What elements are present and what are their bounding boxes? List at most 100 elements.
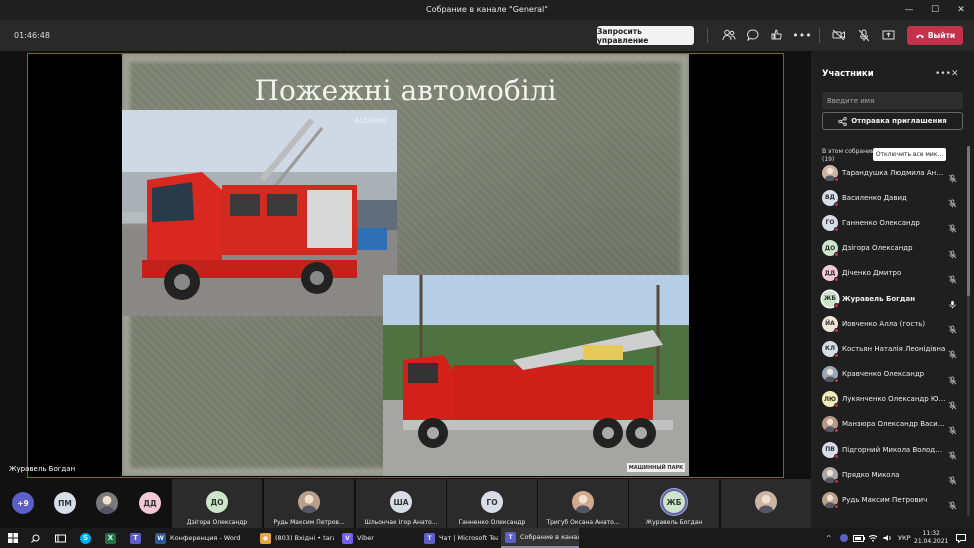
participant-initials: ПВ [825,446,835,454]
close-icon[interactable]: ✕ [948,0,974,20]
windows-taskbar: S X T W Конференция - Word ● (803) Вхідні •… [0,528,974,548]
presenter-name: Журавель Богдан [9,465,76,473]
participant-name: Прядко Микола [842,470,900,479]
chat-icon[interactable] [745,27,761,43]
taskbar-app[interactable]: W Конференция - Word [151,528,251,548]
participant-row[interactable]: ВД Василенко Давид [811,185,966,210]
presentation-slide: Пожежні автомобілі Autoline МАШИННЫЙ ПАР… [122,54,689,476]
tile-name: Ганненко Олександр [458,519,526,526]
participant-row[interactable]: ЙА Йовченко Алла (гость) [811,311,966,336]
windows-start-icon[interactable] [6,528,20,548]
taskbar-app[interactable]: T Собрание в канале... [501,528,579,548]
panel-close-icon[interactable]: ✕ [951,69,959,79]
tile-name: Дзігора Олександр [186,519,248,526]
tile-avatar: ГО [481,491,503,513]
participant-avatar[interactable] [96,492,118,514]
participant-avatar: ДД [822,265,839,283]
tile-avatar: ЖБ [663,491,685,513]
participant-tile[interactable]: ЖБ Журавель Богдан [629,479,719,528]
participant-name: Журавель Богдан [842,294,916,303]
participant-avatar: ЛЮ [822,391,839,409]
maximize-icon[interactable]: ☐ [922,0,948,20]
participant-tile[interactable]: Тригуб Оксана Анато... [538,479,628,528]
participant-avatar[interactable]: ПМ [54,492,76,514]
participant-tile[interactable]: ДО Дзігора Олександр [172,479,262,528]
notification-icon[interactable] [956,528,966,548]
participant-name: Василенко Давид [842,193,907,202]
participant-tile[interactable]: ГО Ганненко Олександр [447,479,537,528]
more-participants-badge[interactable]: +9 [12,492,34,514]
meeting-stage: Пожежні автомобілі Autoline МАШИННЫЙ ПАР… [0,51,811,479]
tile-initials: ДО [210,497,224,507]
tray-chevron-icon[interactable]: ^ [826,528,831,548]
participant-row[interactable]: ДД Діченко Дмитро [811,261,966,286]
participants-scrollbar[interactable] [967,146,970,516]
participant-tile[interactable] [721,479,811,528]
participants-list: Тарандушка Людмила Анато... ВД Василенко Д… [811,160,966,513]
tray-app-icon[interactable] [840,528,848,548]
excel-icon[interactable]: X [105,528,116,548]
taskbar-app-label: Viber [357,534,374,542]
participant-row[interactable]: КЛ Костьян Наталія Леонідівна [811,336,966,361]
taskbar-app[interactable]: T Чат | Microsoft Tea... [420,528,498,548]
mic-off-icon [948,319,957,338]
mic-off-icon [948,495,957,514]
participant-name: Манзюра Олександр Василь... [842,420,946,429]
task-view-icon[interactable] [55,528,66,548]
more-options-icon[interactable]: ••• [792,27,811,43]
participant-row[interactable]: ГО Ганненко Олександр [811,210,966,235]
participant-initials: ВД [825,194,835,202]
search-icon[interactable] [31,528,40,548]
mic-off-icon [948,193,957,212]
share-screen-icon[interactable] [880,27,896,43]
participant-tile[interactable]: ША Шльончак Ігор Анато... [356,479,446,528]
participant-row[interactable]: Тарандушка Людмила Анато... [811,160,966,185]
screen-share-frame[interactable]: Пожежні автомобілі Autoline МАШИННЫЙ ПАР… [27,53,784,478]
minimize-icon[interactable]: — [896,0,922,20]
language-indicator[interactable]: УКР [898,534,911,542]
photo-logo: МАШИННЫЙ ПАРК [627,463,685,472]
panel-title: Участники [822,69,874,79]
participant-row[interactable]: ПВ Підгорний Микола Володим... [811,437,966,462]
taskbar-app[interactable]: ● (803) Вхідні • taran... [256,528,334,548]
taskbar-app-label: (803) Вхідні • taran... [275,534,334,542]
mic-off-icon[interactable] [856,27,872,43]
participant-search-input[interactable] [822,92,963,109]
leave-button[interactable]: Выйти [907,26,963,45]
participant-tile[interactable]: Рудь Максим Петров... [264,479,354,528]
app-icon: T [424,532,435,544]
tile-avatar: ДО [206,491,228,513]
participant-initials: ДО [824,244,836,252]
battery-icon[interactable] [853,528,865,548]
wifi-icon[interactable] [868,528,878,548]
participant-row[interactable]: ЖБ Журавель Богдан [811,286,966,311]
teams-taskbar-icon[interactable]: T [130,528,141,548]
title-bar: Собрание в канале "General" — ☐ ✕ [0,0,974,20]
participant-avatar[interactable]: ДД [139,492,161,514]
participant-row[interactable]: Кравченко Олександр [811,362,966,387]
clock-date: 21.04.2021 [914,538,949,545]
skype-icon[interactable]: S [80,528,91,548]
request-control-button[interactable]: Запросить управление [597,26,694,45]
taskbar-app[interactable]: V Viber [338,528,416,548]
participant-initials: ГО [825,219,835,227]
participants-panel: Участники ••• ✕ Отправка приглашения В э… [811,51,974,528]
mic-off-icon [948,218,957,237]
system-clock[interactable]: 11:32 21.04.2021 [914,530,948,546]
taskbar-app-label: Конференция - Word [170,534,241,542]
camera-off-icon[interactable] [831,27,847,43]
participant-row[interactable]: Манзюра Олександр Василь... [811,412,966,437]
reactions-icon[interactable] [769,27,785,43]
send-invite-button[interactable]: Отправка приглашения [822,112,963,130]
participant-row[interactable]: Прядко Микола [811,462,966,487]
panel-more-icon[interactable]: ••• [935,69,951,79]
volume-icon[interactable] [883,528,892,548]
participant-row[interactable]: Рудь Максим Петрович [811,487,966,512]
participants-icon[interactable] [721,27,737,43]
participant-avatar: ЖБ [822,290,839,308]
teams-window: Собрание в канале "General" — ☐ ✕ 01:46:… [0,0,974,548]
participant-row[interactable]: ДО Дзігора Олександр [811,236,966,261]
video-tile-strip: +9 ПМ ДД ДО Дзігора Олександр Рудь Максим Пет… [0,479,811,528]
mic-off-icon [948,470,957,489]
participant-row[interactable]: ЛЮ Лукянченко Олександр Юрі... [811,387,966,412]
